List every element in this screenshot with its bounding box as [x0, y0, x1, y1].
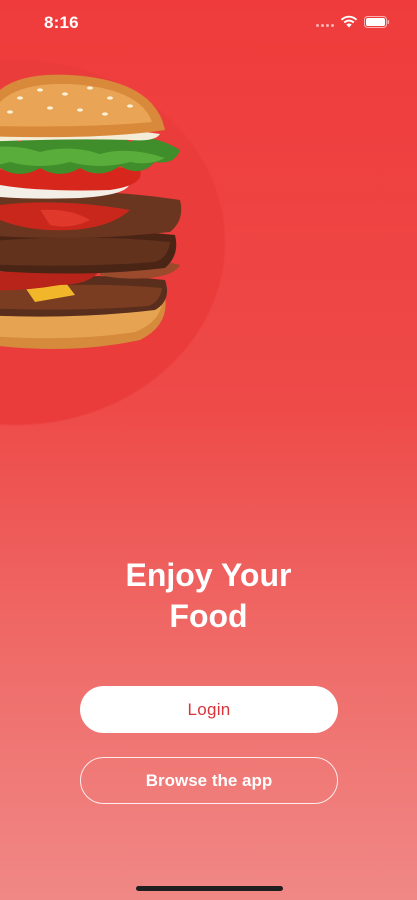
browse-app-button-label: Browse the app — [145, 770, 273, 790]
headline: Enjoy Your Food — [0, 555, 417, 637]
login-button[interactable]: Login — [80, 686, 338, 733]
welcome-screen: 8:16 Enjoy Your Food Login Browse the ap… — [0, 0, 417, 900]
wifi-icon — [340, 15, 358, 28]
browse-app-button[interactable]: Browse the app — [80, 757, 338, 804]
burger-image — [0, 74, 182, 349]
headline-line-1: Enjoy Your — [125, 557, 292, 593]
home-indicator[interactable] — [136, 886, 283, 891]
signal-dots-icon — [316, 24, 336, 28]
battery-icon — [364, 16, 390, 28]
headline-line-2: Food — [169, 598, 248, 634]
login-button-label: Login — [187, 699, 231, 719]
status-bar: 8:16 — [0, 0, 417, 48]
status-time: 8:16 — [44, 13, 79, 32]
